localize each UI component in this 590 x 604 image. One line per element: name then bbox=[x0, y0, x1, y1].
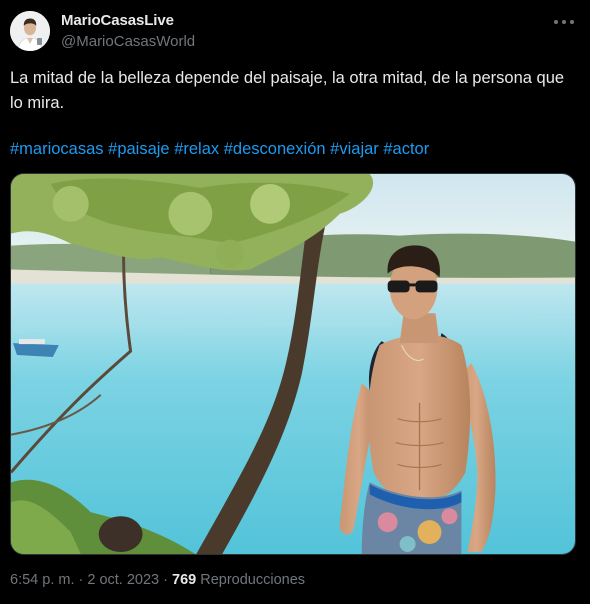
more-options-button[interactable] bbox=[548, 10, 580, 34]
hashtag-link[interactable]: #desconexión bbox=[224, 140, 326, 158]
meta-separator: · bbox=[74, 572, 88, 588]
hashtag-link[interactable]: #mariocasas bbox=[10, 140, 104, 158]
tweet-meta: 6:54 p. m. · 2 oct. 2023 · 769 Reproducc… bbox=[10, 572, 305, 588]
meta-separator: · bbox=[159, 572, 173, 588]
hashtag-link[interactable]: #actor bbox=[383, 140, 429, 158]
views-label: Reproducciones bbox=[200, 572, 306, 588]
views-count: 769 bbox=[172, 572, 197, 588]
hashtag-link[interactable]: #relax bbox=[174, 140, 219, 158]
hashtag-link[interactable]: #viajar bbox=[330, 140, 379, 158]
avatar-image bbox=[10, 11, 50, 51]
author-handle[interactable]: @MarioCasasWorld bbox=[61, 33, 195, 50]
avatar[interactable] bbox=[10, 11, 50, 51]
tweet-date[interactable]: 2 oct. 2023 bbox=[87, 572, 159, 588]
author-display-name[interactable]: MarioCasasLive bbox=[61, 12, 174, 29]
tweet-time[interactable]: 6:54 p. m. bbox=[10, 572, 74, 588]
tweet-photo[interactable] bbox=[10, 173, 576, 555]
more-dots-icon bbox=[554, 20, 574, 24]
tweet-text: La mitad de la belleza depende del paisa… bbox=[10, 69, 565, 112]
hashtag-link[interactable]: #paisaje bbox=[108, 140, 169, 158]
photo-icon bbox=[11, 174, 575, 554]
hashtag-list: #mariocasas #paisaje #relax #desconexión… bbox=[10, 137, 580, 162]
tweet: MarioCasasLive @MarioCasasWorld La mitad… bbox=[0, 0, 590, 604]
